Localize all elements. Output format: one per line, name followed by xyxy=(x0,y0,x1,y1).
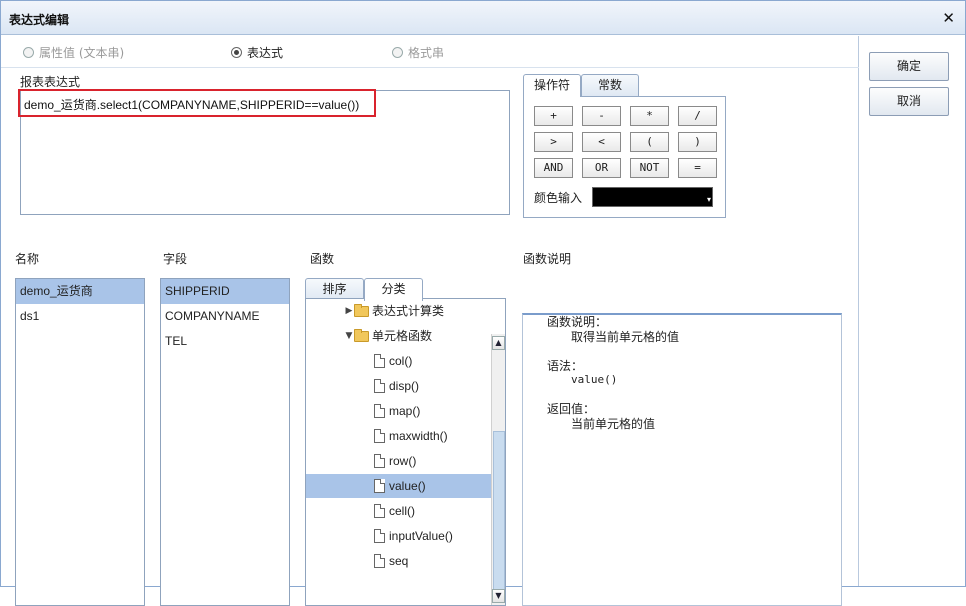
operator-less-button[interactable]: < xyxy=(582,132,621,152)
function-list-label: 函数 xyxy=(310,252,335,266)
document-icon xyxy=(374,454,385,468)
mode-radio-attribute[interactable]: 属性值 (文本串) xyxy=(23,44,124,61)
tab-sort[interactable]: 排序 xyxy=(305,278,364,300)
radio-circle-icon xyxy=(392,47,403,58)
category-label: 单元格函数 xyxy=(372,329,433,343)
tree-category-row[interactable]: ▼ 单元格函数 xyxy=(344,324,432,348)
mode-radio-group: 属性值 (文本串) 表达式 格式串 xyxy=(1,36,859,68)
main-panel: 属性值 (文本串) 表达式 格式串 报表表达式 demo_运货商.select1… xyxy=(1,36,859,606)
tree-function-row[interactable]: seq xyxy=(374,549,491,573)
field-listbox[interactable]: SHIPPERID COMPANYNAME TEL xyxy=(160,278,290,606)
mode-radio-attribute-label: 属性值 (文本串) xyxy=(39,46,125,60)
document-icon xyxy=(374,354,385,368)
mode-radio-expression[interactable]: 表达式 xyxy=(231,44,283,61)
list-item[interactable]: SHIPPERID xyxy=(161,279,289,304)
function-label: value() xyxy=(389,479,426,493)
field-list-label: 字段 xyxy=(163,252,188,266)
function-label: inputValue() xyxy=(389,529,453,543)
description-summary: 取得当前单元格的值 xyxy=(571,330,680,344)
operator-equals-button[interactable]: = xyxy=(678,158,717,178)
expression-label: 报表表达式 xyxy=(20,75,81,89)
document-icon xyxy=(374,504,385,518)
color-input-field[interactable]: ▾ xyxy=(592,187,713,207)
operator-and-button[interactable]: AND xyxy=(534,158,573,178)
mode-radio-format-label: 格式串 xyxy=(408,46,445,60)
expression-textarea[interactable]: demo_运货商.select1(COMPANYNAME,SHIPPERID==… xyxy=(20,90,510,215)
open-folder-icon xyxy=(354,328,369,342)
function-label: maxwidth() xyxy=(389,429,448,443)
operator-not-button[interactable]: NOT xyxy=(630,158,669,178)
expression-editor-dialog: 表达式编辑 ✕ 属性值 (文本串) 表达式 格式串 报表表达式 demo_运货商… xyxy=(0,0,966,606)
title-bar[interactable]: 表达式编辑 ✕ xyxy=(1,1,965,35)
document-icon xyxy=(374,429,385,443)
scroll-thumb[interactable] xyxy=(493,431,505,591)
tree-function-row[interactable]: inputValue() xyxy=(374,524,491,548)
operator-greater-button[interactable]: > xyxy=(534,132,573,152)
cancel-button[interactable]: 取消 xyxy=(869,87,949,116)
list-item[interactable]: ds1 xyxy=(16,304,144,329)
description-syntax-label: 语法： xyxy=(547,359,584,373)
function-label: seq xyxy=(389,554,409,568)
function-description-panel: 函数说明： 取得当前单元格的值 语法： value() 返回值： 当前单元格的值 xyxy=(522,313,842,606)
document-icon xyxy=(374,479,385,493)
function-label: map() xyxy=(389,404,421,418)
scroll-up-icon[interactable]: ▲ xyxy=(492,336,505,350)
collapse-arrow-icon[interactable]: ▼ xyxy=(344,324,354,348)
tree-function-row[interactable]: disp() xyxy=(374,374,491,398)
tree-function-row[interactable]: map() xyxy=(374,399,491,423)
document-icon xyxy=(374,529,385,543)
function-label: disp() xyxy=(389,379,420,393)
expression-text: demo_运货商.select1(COMPANYNAME,SHIPPERID==… xyxy=(24,98,360,112)
name-list-label: 名称 xyxy=(15,252,40,266)
tree-category-row[interactable]: ▶ 表达式计算类 xyxy=(344,299,444,323)
action-panel: 确定 取消 xyxy=(860,36,965,586)
operator-minus-button[interactable]: - xyxy=(582,106,621,126)
operator-multiply-button[interactable]: * xyxy=(630,106,669,126)
list-item[interactable]: demo_运货商 xyxy=(16,279,144,304)
ok-button[interactable]: 确定 xyxy=(869,52,949,81)
document-icon xyxy=(374,379,385,393)
list-item[interactable]: COMPANYNAME xyxy=(161,304,289,329)
mode-radio-expression-label: 表达式 xyxy=(247,46,284,60)
function-label: col() xyxy=(389,354,413,368)
description-syntax: value() xyxy=(571,373,618,386)
function-scrollbar[interactable]: ▲ ▼ xyxy=(491,334,505,605)
category-label: 表达式计算类 xyxy=(372,304,445,318)
document-icon xyxy=(374,554,385,568)
radio-checked-icon xyxy=(231,47,242,58)
close-icon[interactable]: ✕ xyxy=(942,9,955,27)
expand-arrow-icon[interactable]: ▶ xyxy=(344,299,354,323)
mode-radio-format[interactable]: 格式串 xyxy=(392,44,444,61)
tree-function-row[interactable]: row() xyxy=(374,449,491,473)
operator-or-button[interactable]: OR xyxy=(582,158,621,178)
operator-plus-button[interactable]: + xyxy=(534,106,573,126)
document-icon xyxy=(374,404,385,418)
name-listbox[interactable]: demo_运货商 ds1 xyxy=(15,278,145,606)
operator-lparen-button[interactable]: ( xyxy=(630,132,669,152)
tree-function-row[interactable]: maxwidth() xyxy=(374,424,491,448)
tab-constants[interactable]: 常数 xyxy=(581,74,639,96)
scroll-down-icon[interactable]: ▼ xyxy=(492,589,505,603)
tree-function-row-selected[interactable]: value() xyxy=(306,474,491,498)
operators-panel: + - * / > < ( ) AND OR NOT = 颜色输入 ▾ xyxy=(523,96,726,218)
operator-rparen-button[interactable]: ) xyxy=(678,132,717,152)
tab-operators[interactable]: 操作符 xyxy=(523,74,581,97)
tab-category[interactable]: 分类 xyxy=(364,278,423,301)
description-return-value: 当前单元格的值 xyxy=(571,417,656,431)
list-item[interactable]: TEL xyxy=(161,329,289,354)
function-tree[interactable]: ▶ 表达式计算类 ▼ 单元格函数 col() disp() map() maxw… xyxy=(305,298,506,606)
operator-divide-button[interactable]: / xyxy=(678,106,717,126)
folder-icon xyxy=(354,303,369,317)
tree-function-row[interactable]: cell() xyxy=(374,499,491,523)
tree-function-row[interactable]: col() xyxy=(374,349,491,373)
chevron-down-icon: ▾ xyxy=(706,195,711,204)
radio-circle-icon xyxy=(23,47,34,58)
description-label: 函数说明 xyxy=(523,252,572,266)
color-input-label: 颜色输入 xyxy=(534,191,583,205)
function-label: row() xyxy=(389,454,417,468)
dialog-title: 表达式编辑 xyxy=(9,13,70,27)
function-label: cell() xyxy=(389,504,415,518)
